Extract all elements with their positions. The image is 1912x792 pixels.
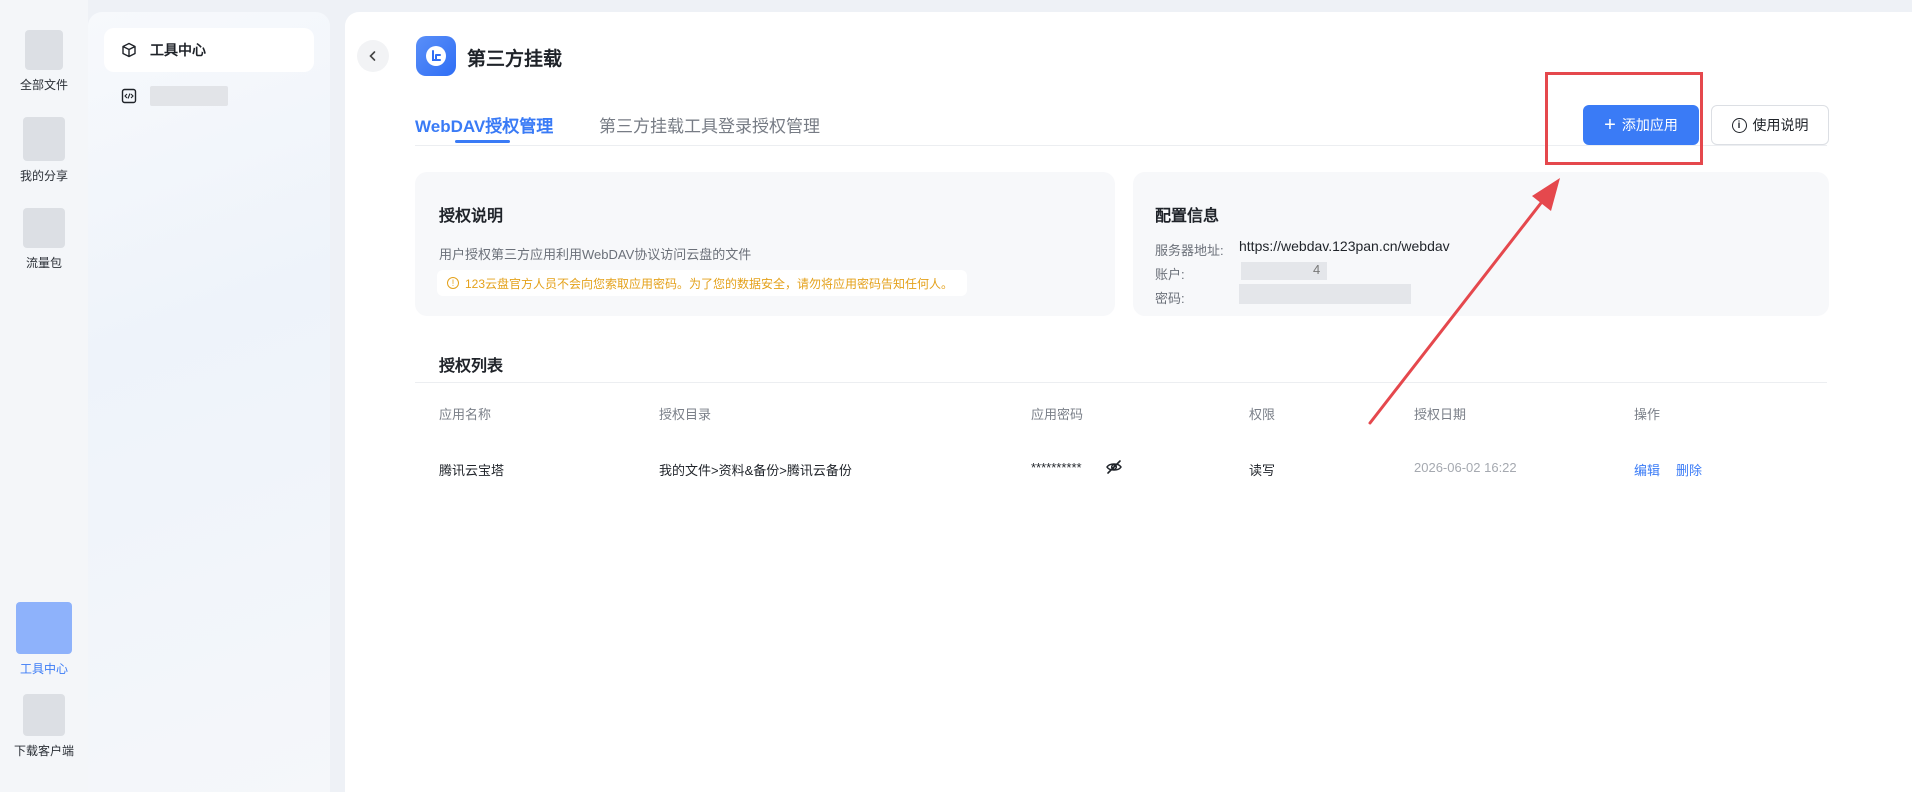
delete-link[interactable]: 删除 <box>1676 460 1702 479</box>
eye-off-icon[interactable] <box>1105 458 1123 476</box>
warning-icon: ! <box>447 277 459 289</box>
rail-item-traffic[interactable]: 流量包 <box>0 208 88 271</box>
rail-item-my-share[interactable]: 我的分享 <box>0 117 88 184</box>
info-icon: i <box>1731 117 1747 133</box>
rail-item-download-client[interactable]: 下载客户端 <box>0 694 88 759</box>
cell-app-name: 腾讯云宝塔 <box>439 463 505 478</box>
account-value-tail: 4 <box>1313 262 1321 277</box>
usage-guide-label: 使用说明 <box>1752 117 1809 133</box>
secondary-sidebar: 工具中心 <box>88 12 330 792</box>
col-app-name: 应用名称 <box>439 407 492 422</box>
security-warning: ! 123云盘官方人员不会向您索取应用密码。为了您的数据安全，请勿将应用密码告知… <box>437 270 968 296</box>
tab-webdav-auth[interactable]: WebDAV授权管理 <box>415 112 553 137</box>
tab-active-indicator <box>455 140 510 143</box>
tabs-divider <box>415 145 1827 146</box>
chevron-left-icon <box>369 51 376 61</box>
col-actions: 操作 <box>1634 407 1661 422</box>
tab-third-party-login-auth[interactable]: 第三方挂载工具登录授权管理 <box>599 112 820 137</box>
cell-permission: 读写 <box>1249 463 1276 478</box>
mount-app-logo-icon <box>416 36 456 76</box>
package-icon <box>23 208 65 248</box>
page-title: 第三方挂载 <box>467 49 563 70</box>
auth-card-desc: 用户授权第三方应用利用WebDAV协议访问云盘的文件 <box>439 247 752 262</box>
server-address-value[interactable]: https://webdav.123pan.cn/webdav <box>1239 238 1450 254</box>
account-label: 账户: <box>1155 267 1185 282</box>
server-address-label: 服务器地址: <box>1155 243 1224 258</box>
back-button[interactable] <box>357 40 389 72</box>
col-directory: 授权目录 <box>659 407 712 422</box>
warning-text: 123云盘官方人员不会向您索取应用密码。为了您的数据安全，请勿将应用密码告知任何… <box>465 276 954 291</box>
rail-item-label: 全部文件 <box>19 78 68 92</box>
list-divider <box>415 382 1827 383</box>
rail-item-all-files[interactable]: 全部文件 <box>0 30 88 93</box>
rail-item-tool-center[interactable]: 工具中心 <box>0 602 88 677</box>
col-permission: 权限 <box>1249 407 1276 422</box>
rail-item-label: 我的分享 <box>19 169 68 183</box>
rail-item-label: 流量包 <box>25 256 62 270</box>
usage-guide-button[interactable]: i 使用说明 <box>1711 105 1829 145</box>
folder-icon <box>25 30 63 70</box>
col-auth-date: 授权日期 <box>1414 407 1467 422</box>
sidebar-item-code[interactable] <box>104 74 314 118</box>
col-app-password: 应用密码 <box>1031 407 1084 422</box>
redacted-label <box>150 86 228 106</box>
add-app-label: 添加应用 <box>1621 117 1678 133</box>
cell-app-password: ********** <box>1031 460 1082 475</box>
plus-icon: + <box>1604 114 1616 136</box>
code-icon <box>120 87 138 105</box>
download-icon <box>23 694 65 736</box>
config-info-card: 配置信息 服务器地址: https://webdav.123pan.cn/web… <box>1133 172 1829 316</box>
config-card-title: 配置信息 <box>1155 208 1220 225</box>
sidebar-item-tool-center[interactable]: 工具中心 <box>104 28 314 72</box>
cell-directory: 我的文件>资料&备份>腾讯云备份 <box>659 463 852 478</box>
auth-description-card: 授权说明 用户授权第三方应用利用WebDAV协议访问云盘的文件 ! 123云盘官… <box>415 172 1115 316</box>
left-rail: 全部文件 我的分享 流量包 工具中心 下载客户端 <box>0 0 88 792</box>
auth-list-title: 授权列表 <box>439 358 504 375</box>
share-icon <box>23 117 65 161</box>
password-label: 密码: <box>1155 291 1185 306</box>
cell-auth-date: 2026-06-02 16:22 <box>1414 460 1517 475</box>
sidebar-item-label: 工具中心 <box>150 42 206 58</box>
add-app-button[interactable]: + 添加应用 <box>1583 105 1699 145</box>
edit-link[interactable]: 编辑 <box>1634 460 1660 479</box>
rail-item-label: 工具中心 <box>19 662 68 676</box>
tools-icon <box>16 602 72 654</box>
password-value-redacted <box>1239 284 1411 304</box>
main-panel: 第三方挂载 WebDAV授权管理 第三方挂载工具登录授权管理 + 添加应用 i … <box>345 12 1912 792</box>
cube-icon <box>120 41 138 59</box>
auth-card-title: 授权说明 <box>439 208 504 225</box>
rail-item-label: 下载客户端 <box>13 744 74 758</box>
